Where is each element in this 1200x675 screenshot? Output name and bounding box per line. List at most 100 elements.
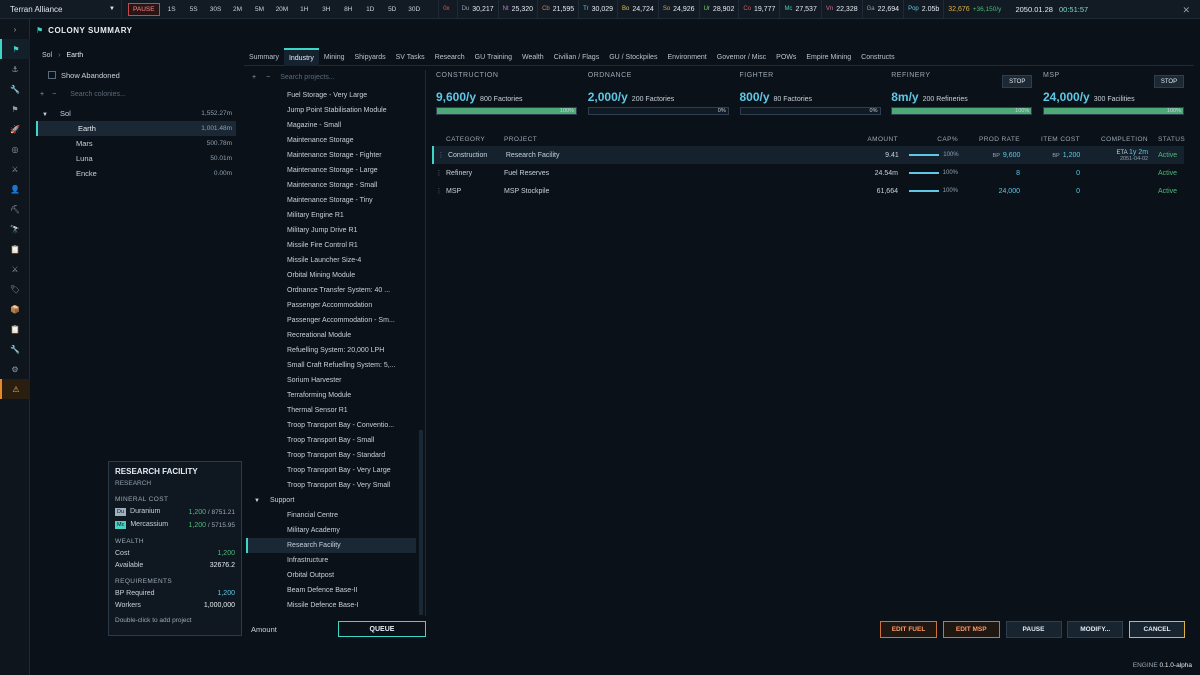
list-item[interactable]: Troop Transport Bay - Conventio... [246,418,416,433]
edit-msp-button[interactable]: EDIT MSP [942,621,1000,638]
queue-button[interactable]: QUEUE [338,621,426,637]
col-category[interactable]: CATEGORY [446,136,504,143]
amount-field[interactable]: Amount [246,625,338,634]
show-abandoned-toggle[interactable]: Show Abandoned [36,67,236,83]
list-item[interactable]: Passenger Accommodation - Sm... [246,313,416,328]
drag-handle-icon[interactable]: ⋮ [432,187,446,195]
col-amount[interactable]: AMOUNT [794,136,898,143]
cancel-button[interactable]: CANCEL [1129,621,1185,638]
person-icon[interactable]: 👤 [0,179,30,199]
list-item[interactable]: Troop Transport Bay - Very Small [246,478,416,493]
project-scrollbar[interactable] [419,430,423,615]
tab-summary[interactable]: Summary [244,48,284,66]
stop-button[interactable]: STOP [1002,75,1033,88]
tree-colony-encke[interactable]: Encke 0.00m [36,166,236,181]
drag-handle-icon[interactable]: ⋮ [432,169,446,177]
add-icon[interactable]: + [252,74,256,81]
tree-colony-mars[interactable]: Mars 500.78m [36,136,236,151]
telescope-icon[interactable]: 🔭 [0,219,30,239]
tab-gu-stockpiles[interactable]: GU / Stockpiles [604,48,662,66]
speed-button-2m[interactable]: 2M [228,3,248,16]
list-item[interactable]: Maintenance Storage - Tiny [246,193,416,208]
box-icon[interactable]: 📦 [0,299,30,319]
notes-icon[interactable]: 📋 [0,319,30,339]
project-search-input[interactable]: Search projects... [280,74,334,81]
list-item[interactable]: Recreational Module [246,328,416,343]
modify-button[interactable]: MODIFY... [1067,621,1124,638]
speed-button-30d[interactable]: 30D [404,3,424,16]
clipboard-icon[interactable]: 📋 [0,239,30,259]
tree-system-sol[interactable]: ▼ Sol 1,552.27m [36,106,236,121]
crossed-swords-icon[interactable]: ⚔ [0,259,30,279]
list-item[interactable]: Terraforming Module [246,388,416,403]
tab-sv-tasks[interactable]: SV Tasks [391,48,430,66]
col-cap[interactable]: CAP% [898,136,958,143]
tab-research[interactable]: Research [430,48,470,66]
list-item[interactable]: Missile Fire Control R1 [246,238,416,253]
speed-button-5m[interactable]: 5M [250,3,270,16]
list-item[interactable]: Passenger Accommodation [246,298,416,313]
col-status[interactable]: STATUS [1148,136,1185,143]
drag-handle-icon[interactable]: ⋮ [434,151,448,159]
list-item[interactable]: Troop Transport Bay - Small [246,433,416,448]
expand-icon[interactable]: › [0,19,30,39]
col-prod-rate[interactable]: PROD RATE [958,136,1020,143]
close-icon[interactable]: ✕ [1182,5,1190,16]
list-item[interactable]: Financial Centre [246,508,416,523]
tree-colony-earth[interactable]: Earth 1,001.48m [36,121,236,136]
list-item[interactable]: Military Jump Drive R1 [246,223,416,238]
speed-button-30s[interactable]: 30S [206,3,226,16]
col-project[interactable]: PROJECT [504,136,794,143]
empire-select[interactable]: Terran Alliance ▼ [0,0,122,19]
list-item[interactable]: Research Facility [246,538,416,553]
list-item[interactable]: Maintenance Storage [246,133,416,148]
list-item[interactable]: Maintenance Storage - Small [246,178,416,193]
pause-button[interactable]: PAUSE [1005,621,1062,638]
add-icon[interactable]: + [40,91,44,98]
tab-civilian-flags[interactable]: Civilian / Flags [549,48,605,66]
collapse-icon[interactable]: − [52,91,56,98]
col-item-cost[interactable]: ITEM COST [1020,136,1080,143]
speed-button-5s[interactable]: 5S [184,3,204,16]
tab-wealth[interactable]: Wealth [517,48,549,66]
flag-icon[interactable]: ⚑ [0,99,30,119]
list-item[interactable]: Military Academy [246,523,416,538]
speed-button-1h[interactable]: 1H [294,3,314,16]
colony-search-input[interactable]: Search colonies... [70,91,126,98]
speed-button-8h[interactable]: 8H [338,3,358,16]
list-item[interactable]: Orbital Mining Module [246,268,416,283]
speed-button-1d[interactable]: 1D [360,3,380,16]
list-item[interactable]: Troop Transport Bay - Very Large [246,463,416,478]
list-item[interactable]: Magazine - Small [246,118,416,133]
swords-icon[interactable]: ⚔ [0,159,30,179]
list-item[interactable]: Ordnance Transfer System: 40 ... [246,283,416,298]
list-item[interactable]: Orbital Outpost [246,568,416,583]
list-item[interactable]: Sorium Harvester [246,373,416,388]
target-icon[interactable]: ◎ [0,139,30,159]
tab-industry[interactable]: Industry [283,48,319,66]
collapse-icon[interactable]: − [266,74,270,81]
rocket-icon[interactable]: 🚀 [0,119,30,139]
col-completion[interactable]: COMPLETION [1080,136,1148,143]
table-row[interactable]: ⋮ Construction Research Facility 9.41 100% BP… [432,146,1184,164]
list-item[interactable]: Maintenance Storage - Large [246,163,416,178]
tab-governor-misc[interactable]: Governor / Misc [712,48,771,66]
list-item[interactable]: Missile Launcher Size-4 [246,253,416,268]
list-item[interactable]: Small Craft Refuelling System: 5,... [246,358,416,373]
stop-button[interactable]: STOP [1154,75,1184,88]
list-item[interactable]: Maintenance Storage - Fighter [246,148,416,163]
list-item[interactable]: Fuel Storage - Very Large [246,88,416,103]
tag-icon[interactable]: 🏷 [0,279,30,299]
speed-button-pause[interactable]: PAUSE [128,2,160,16]
breadcrumb-system[interactable]: Sol [42,52,52,59]
pickaxe-icon[interactable]: ⛏ [0,199,30,219]
anchor-icon[interactable]: ⚓ [0,59,30,79]
colony-flag-icon[interactable]: ⚑ [0,39,30,59]
list-item[interactable]: Thermal Sensor R1 [246,403,416,418]
tab-gu-training[interactable]: GU Training [470,48,517,66]
gear-icon[interactable]: ⚙ [0,359,30,379]
wrench-icon[interactable]: 🔧 [0,79,30,99]
list-item[interactable]: Missile Defence Base-I [246,598,416,613]
table-row[interactable]: ⋮ Refinery Fuel Reserves 24.54m 100% 8 0 Active [432,164,1184,182]
speed-button-5d[interactable]: 5D [382,3,402,16]
